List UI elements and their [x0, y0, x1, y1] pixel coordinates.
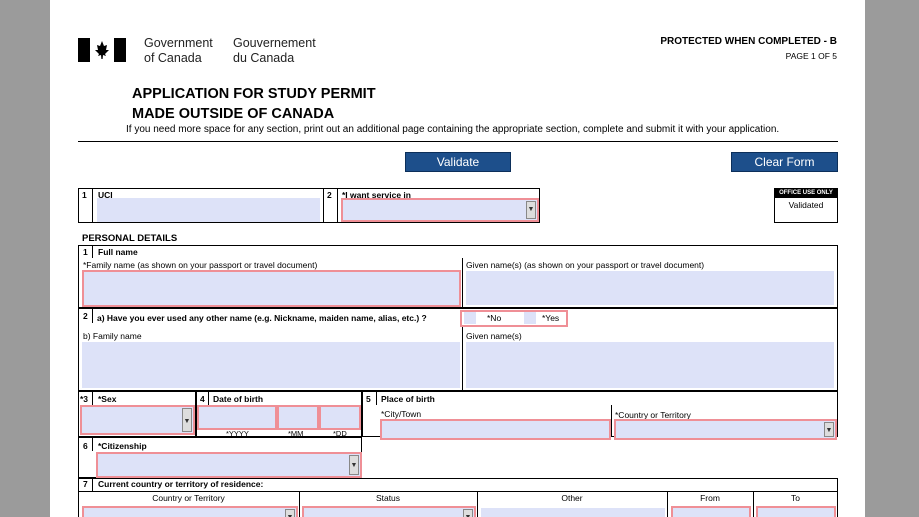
residence-other-input[interactable]	[481, 508, 665, 517]
separator	[92, 245, 93, 258]
b-family-label: b) Family name	[83, 331, 142, 341]
residence-to-input[interactable]	[756, 506, 836, 517]
full-name-label: Full name	[98, 247, 138, 257]
separator	[611, 405, 612, 437]
sex-select[interactable]: ▼	[80, 405, 195, 435]
col-other: Other	[561, 493, 583, 503]
clear-form-button[interactable]: Clear Form	[731, 152, 838, 172]
col-status: Status	[375, 493, 401, 503]
residence-status-select[interactable]: ▼	[302, 506, 476, 517]
separator	[376, 391, 377, 405]
chevron-down-icon[interactable]: ▼	[463, 509, 473, 517]
no-radio[interactable]	[464, 312, 476, 324]
city-input[interactable]	[380, 419, 611, 440]
uci-input[interactable]	[97, 198, 320, 222]
chevron-down-icon[interactable]: ▼	[526, 201, 536, 219]
form-page: Government of Canada Gouvernement du Can…	[50, 0, 865, 517]
separator	[92, 478, 93, 492]
instruction-note: If you need more space for any section, …	[126, 124, 780, 135]
family-name-input[interactable]	[82, 270, 461, 307]
separator	[337, 188, 338, 223]
col-to: To	[791, 493, 800, 503]
p3-number: *3	[80, 394, 89, 404]
office-use-title: OFFICE USE ONLY	[775, 189, 837, 198]
page-number: PAGE 1 OF 5	[785, 51, 837, 61]
canada-flag-logo	[78, 38, 126, 62]
dob-month-input[interactable]	[277, 405, 319, 430]
b-given-label: Given name(s)	[466, 331, 522, 341]
gov-fr-line1: Gouvernement	[233, 36, 316, 50]
p7-number: 7	[83, 479, 88, 489]
residence-from-input[interactable]	[671, 506, 751, 517]
p2-number: 2	[83, 311, 88, 321]
yes-label: *Yes	[542, 313, 560, 323]
city-label: *City/Town	[381, 409, 422, 419]
yes-radio[interactable]	[524, 312, 536, 324]
other-family-name-input[interactable]	[82, 342, 460, 388]
protected-label: PROTECTED WHEN COMPLETED - B	[660, 36, 837, 47]
separator	[92, 308, 93, 323]
p4-number: 4	[200, 394, 205, 404]
gov-en-wordmark: Government of Canada	[144, 36, 213, 66]
citizenship-label: *Citizenship	[98, 441, 147, 451]
personal-details-heading: PERSONAL DETAILS	[82, 233, 178, 244]
separator	[78, 491, 838, 492]
q1-number: 1	[82, 190, 87, 200]
separator	[462, 327, 463, 391]
validate-button[interactable]: Validate	[405, 152, 511, 172]
validated-status: Validated	[788, 200, 824, 210]
separator	[92, 437, 93, 451]
pob-label: Place of birth	[381, 394, 435, 404]
col-from: From	[700, 493, 720, 503]
service-language-select[interactable]: ▼	[341, 198, 539, 222]
divider	[78, 141, 838, 142]
chevron-down-icon[interactable]: ▼	[349, 455, 359, 475]
col-country: Country or Territory	[152, 493, 225, 503]
given-name-label: Given name(s) (as shown on your passport…	[466, 260, 705, 270]
given-name-input[interactable]	[466, 271, 834, 305]
separator	[92, 188, 93, 223]
sex-label: *Sex	[98, 394, 117, 404]
other-given-name-input[interactable]	[466, 342, 834, 388]
dob-day-input[interactable]	[319, 405, 361, 430]
separator	[462, 258, 463, 308]
citizenship-select[interactable]: ▼	[96, 452, 362, 478]
residence-label: Current country or territory of residenc…	[98, 479, 264, 489]
gov-en-line1: Government	[144, 36, 213, 50]
family-name-label: *Family name (as shown on your passport …	[83, 260, 318, 270]
title-line1: APPLICATION FOR STUDY PERMIT	[132, 86, 376, 102]
chevron-down-icon[interactable]: ▼	[285, 509, 295, 517]
gov-fr-line2: du Canada	[233, 51, 295, 65]
dob-label: Date of birth	[213, 394, 264, 404]
gov-fr-wordmark: Gouvernement du Canada	[233, 36, 316, 66]
gov-en-line2: of Canada	[144, 51, 202, 65]
residence-country-select[interactable]: ▼	[82, 506, 298, 517]
p5-number: 5	[366, 394, 371, 404]
chevron-down-icon[interactable]: ▼	[182, 408, 192, 432]
title-line2: MADE OUTSIDE OF CANADA	[132, 106, 335, 122]
chevron-down-icon[interactable]: ▼	[824, 422, 834, 437]
p1-number: 1	[83, 247, 88, 257]
separator	[92, 391, 93, 405]
p6-number: 6	[83, 441, 88, 451]
separator	[323, 188, 324, 223]
q2-number: 2	[327, 190, 332, 200]
other-name-question: a) Have you ever used any other name (e.…	[97, 313, 427, 323]
dob-year-input[interactable]	[197, 405, 277, 430]
country-select[interactable]: ▼	[614, 419, 837, 440]
separator	[208, 391, 209, 405]
no-label: *No	[487, 313, 502, 323]
